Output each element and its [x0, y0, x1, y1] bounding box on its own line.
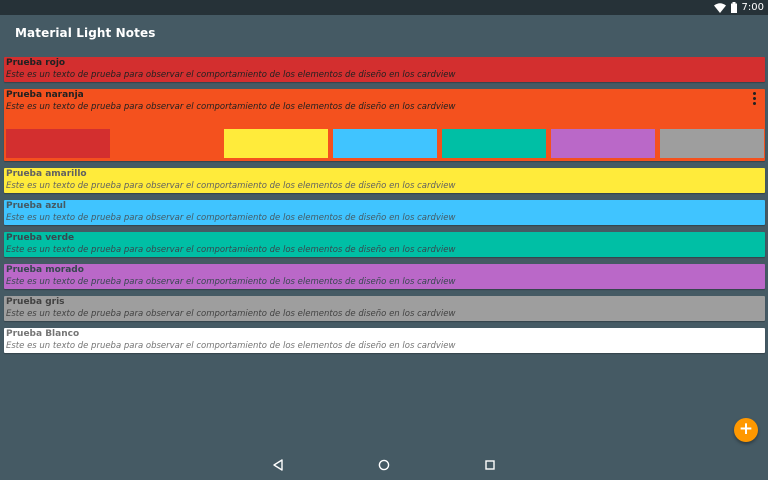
note-card-yellow[interactable]: Prueba amarillo Este es un texto de prue… [4, 168, 765, 193]
status-clock: 7:00 [741, 2, 764, 13]
note-title: Prueba morado [6, 265, 84, 275]
swatch-gray[interactable] [660, 129, 764, 158]
wifi-icon [713, 2, 726, 13]
add-icon: + [738, 419, 754, 439]
note-card-gray[interactable]: Prueba gris Este es un texto de prueba p… [4, 296, 765, 321]
home-icon[interactable] [377, 458, 391, 472]
note-card-green[interactable]: Prueba verde Este es un texto de prueba … [4, 232, 765, 257]
note-text: Este es un texto de prueba para observar… [6, 102, 456, 112]
note-text: Este es un texto de prueba para observar… [6, 277, 456, 287]
note-title: Prueba naranja [6, 90, 84, 100]
note-title: Prueba amarillo [6, 169, 87, 179]
note-card-purple[interactable]: Prueba morado Este es un texto de prueba… [4, 264, 765, 289]
note-text: Este es un texto de prueba para observar… [6, 245, 456, 255]
more-vert-icon[interactable] [753, 92, 756, 105]
note-title: Prueba rojo [6, 58, 66, 68]
note-title: Prueba verde [6, 233, 75, 243]
note-text: Este es un texto de prueba para observar… [6, 309, 456, 319]
status-bar: 7:00 [0, 0, 768, 15]
note-card-white[interactable]: Prueba Blanco Este es un texto de prueba… [4, 328, 765, 353]
note-card-blue[interactable]: Prueba azul Este es un texto de prueba p… [4, 200, 765, 225]
note-text: Este es un texto de prueba para observar… [6, 181, 456, 191]
app-bar: Material Light Notes [0, 15, 768, 52]
note-text: Este es un texto de prueba para observar… [6, 213, 456, 223]
note-title: Prueba azul [6, 201, 66, 211]
note-card-red[interactable]: Prueba rojo Este es un texto de prueba p… [4, 57, 765, 82]
note-text: Este es un texto de prueba para observar… [6, 341, 456, 351]
color-swatches [6, 129, 764, 158]
note-title: Prueba Blanco [6, 329, 80, 339]
back-icon[interactable] [271, 458, 285, 472]
swatch-purple[interactable] [551, 129, 655, 158]
status-icons: 7:00 [713, 1, 764, 14]
add-note-button[interactable]: + [734, 418, 758, 442]
app-title: Material Light Notes [15, 26, 156, 40]
note-card-orange[interactable]: Prueba naranja Este es un texto de prueb… [4, 89, 765, 161]
navigation-bar [0, 450, 768, 480]
swatch-orange[interactable] [115, 129, 219, 158]
swatch-yellow[interactable] [224, 129, 328, 158]
swatch-blue[interactable] [333, 129, 437, 158]
recents-icon[interactable] [483, 458, 497, 472]
notes-list: Prueba rojo Este es un texto de prueba p… [4, 57, 765, 360]
note-text: Este es un texto de prueba para observar… [6, 70, 456, 80]
swatch-green[interactable] [442, 129, 546, 158]
battery-icon [730, 2, 737, 13]
swatch-red[interactable] [6, 129, 110, 158]
note-title: Prueba gris [6, 297, 65, 307]
